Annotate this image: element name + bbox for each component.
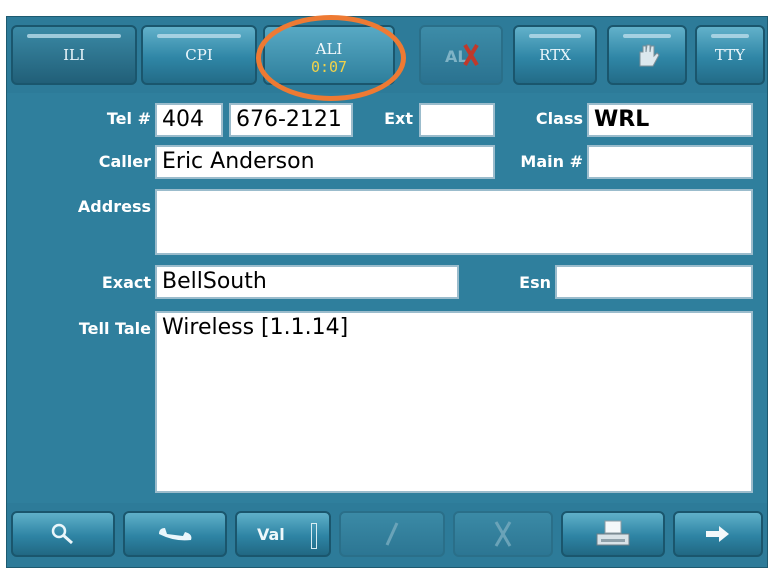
tell-tale-label: Tell Tale xyxy=(78,319,151,338)
hand-icon xyxy=(632,40,662,70)
main-number-label: Main # xyxy=(520,152,583,171)
alert-x-icon: AL xyxy=(441,41,481,69)
bottom-toolbar: Val xyxy=(7,503,767,567)
class-field[interactable]: WRL xyxy=(587,103,753,137)
class-label: Class xyxy=(535,109,583,128)
tab-cpi[interactable]: CPI xyxy=(141,25,257,85)
phone-button[interactable] xyxy=(123,511,227,557)
val-button[interactable]: Val xyxy=(235,511,331,557)
esn-label: Esn xyxy=(519,273,551,292)
tell-tale-field[interactable]: Wireless [1.1.14] xyxy=(155,311,753,493)
tab-stripe xyxy=(27,34,121,38)
ext-label: Ext xyxy=(384,109,413,128)
tel-number-field[interactable]: 676-2121 xyxy=(229,103,353,137)
ext-field[interactable] xyxy=(419,103,495,137)
tab-tty[interactable]: TTY xyxy=(695,25,765,85)
address-label: Address xyxy=(77,197,151,216)
address-field[interactable] xyxy=(155,189,753,255)
tel-label: Tel # xyxy=(106,109,151,128)
tab-ili-label: ILI xyxy=(63,46,85,64)
tab-rtx[interactable]: RTX xyxy=(513,25,597,85)
search-button[interactable] xyxy=(11,511,115,557)
next-button[interactable] xyxy=(673,511,763,557)
main-number-field[interactable] xyxy=(587,145,753,179)
top-tab-bar: ILI CPI ALI 0:07 AL RTX TTY xyxy=(7,15,767,101)
ali-panel: ILI CPI ALI 0:07 AL RTX TTY Tel # 404 67… xyxy=(6,15,768,568)
esn-field[interactable] xyxy=(555,265,753,299)
cross-button[interactable] xyxy=(453,511,553,557)
val-indicator xyxy=(311,523,317,549)
slash-button[interactable] xyxy=(339,511,445,557)
phone-handset-icon xyxy=(155,522,195,546)
cross-icon xyxy=(488,518,518,550)
tab-ili[interactable]: ILI xyxy=(11,25,137,85)
caller-field[interactable]: Eric Anderson xyxy=(155,145,495,179)
hand-button[interactable] xyxy=(607,25,687,85)
tab-cpi-label: CPI xyxy=(185,46,213,64)
arrow-right-icon xyxy=(703,524,733,544)
highlight-ring xyxy=(256,15,406,101)
tab-stripe xyxy=(157,34,241,38)
tab-stripe xyxy=(711,34,749,38)
printer-icon xyxy=(593,518,633,550)
exact-field[interactable]: BellSouth xyxy=(155,265,459,299)
val-label: Val xyxy=(257,524,285,544)
exact-label: Exact xyxy=(101,273,151,292)
tab-rtx-label: RTX xyxy=(539,46,571,64)
tel-area-code-field[interactable]: 404 xyxy=(155,103,223,137)
alert-x-button[interactable]: AL xyxy=(419,25,503,85)
tab-stripe xyxy=(623,34,671,38)
caller-label: Caller xyxy=(98,152,151,171)
search-icon xyxy=(48,521,78,547)
tab-tty-label: TTY xyxy=(714,46,746,64)
print-button[interactable] xyxy=(561,511,665,557)
tab-stripe xyxy=(529,34,581,38)
slash-icon xyxy=(377,519,407,549)
